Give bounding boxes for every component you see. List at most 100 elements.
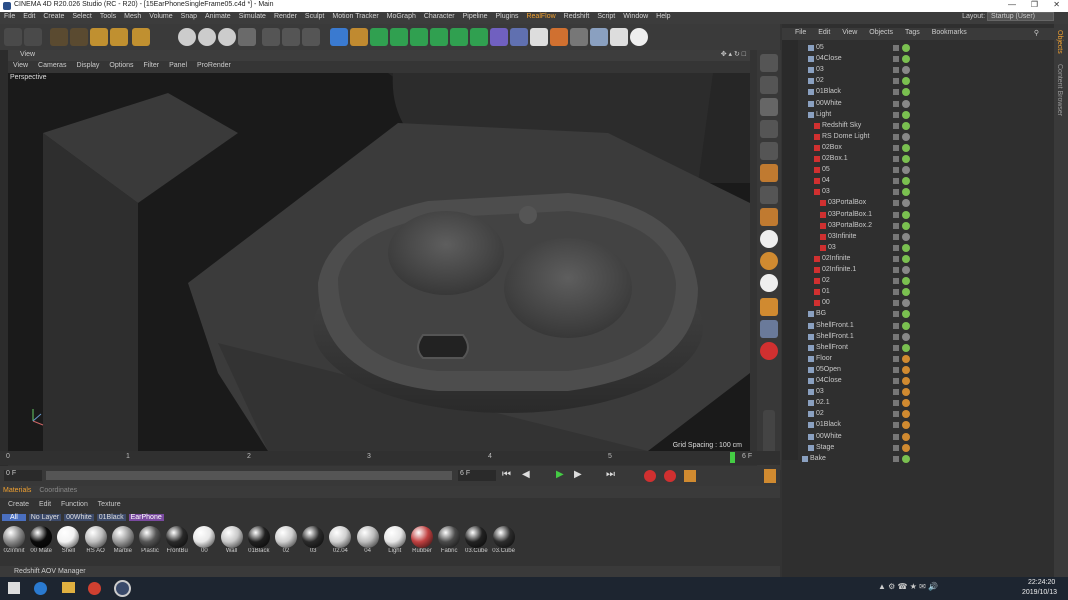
visibility-toggle[interactable] — [893, 366, 899, 373]
material-swatch[interactable]: Light — [382, 526, 408, 554]
select-icon[interactable] — [50, 28, 68, 46]
scale-icon[interactable] — [90, 28, 108, 46]
record-key-icon[interactable] — [644, 470, 656, 482]
tab-materials[interactable]: Materials — [0, 486, 34, 495]
menu-simulate[interactable]: Simulate — [235, 12, 270, 21]
om-menu-objects[interactable]: Objects — [864, 28, 898, 37]
visibility-toggle[interactable] — [893, 167, 899, 174]
snap-icon[interactable] — [550, 28, 568, 46]
render-tag-icon[interactable] — [902, 99, 910, 108]
om-menu-bookmarks[interactable]: Bookmarks — [927, 28, 972, 37]
render-tag-icon[interactable] — [902, 454, 910, 463]
axis-mode-icon[interactable] — [760, 208, 778, 226]
object-name[interactable]: 02Infinite — [822, 255, 850, 262]
viewport-menu-filter[interactable]: Filter — [139, 61, 165, 70]
render-tag-icon[interactable] — [902, 254, 910, 263]
field-icon[interactable] — [450, 28, 468, 46]
material-swatch[interactable]: 02 — [273, 526, 299, 554]
light-bulb-icon[interactable] — [630, 28, 648, 46]
render-tag-icon[interactable] — [902, 288, 910, 297]
object-name[interactable]: 05 — [822, 166, 830, 173]
render-tag-icon[interactable] — [902, 77, 910, 86]
search-icon[interactable]: ⚲ — [1029, 28, 1044, 38]
side-tab-content-browser[interactable]: Content Browser — [1056, 64, 1063, 116]
arrow-down-icon[interactable] — [530, 28, 548, 46]
snap-s3-icon[interactable] — [760, 274, 778, 292]
render-view-icon[interactable] — [262, 28, 280, 46]
object-row[interactable]: 04Close — [800, 376, 1068, 387]
object-row[interactable]: BG — [800, 309, 1068, 320]
workplane-icon[interactable] — [570, 28, 588, 46]
object-row[interactable]: 05Open — [800, 365, 1068, 376]
go-to-start-icon[interactable]: ⏮ — [502, 469, 511, 480]
visibility-toggle[interactable] — [893, 133, 899, 140]
play-icon[interactable]: ▶ — [556, 469, 564, 480]
render-tag-icon[interactable] — [902, 243, 910, 252]
render-tag-icon[interactable] — [902, 365, 910, 374]
render-tag-icon[interactable] — [902, 321, 910, 330]
render-tag-icon[interactable] — [902, 343, 910, 352]
material-menu-function[interactable]: Function — [61, 501, 88, 508]
material-swatch[interactable]: 00 Mate — [28, 526, 54, 554]
filter-earphone[interactable]: EarPhone — [128, 514, 164, 521]
menu-realflow[interactable]: RealFlow — [522, 12, 559, 21]
render-tag-icon[interactable] — [902, 221, 910, 230]
render-tag-icon[interactable] — [902, 410, 910, 419]
object-row[interactable]: 02 — [800, 409, 1068, 420]
material-swatch[interactable]: Wall — [219, 526, 245, 554]
object-name[interactable]: 01Black — [816, 88, 841, 95]
redshift-aov-label[interactable]: Redshift AOV Manager — [14, 568, 86, 575]
visibility-toggle[interactable] — [893, 244, 899, 251]
menu-edit[interactable]: Edit — [19, 12, 39, 21]
material-swatch[interactable]: Rubber — [409, 526, 435, 554]
file-explorer-icon[interactable] — [62, 582, 75, 593]
filter-all[interactable]: All — [2, 514, 26, 521]
material-swatch[interactable]: FrontBu — [164, 526, 190, 554]
tab-coordinates[interactable]: Coordinates — [36, 486, 80, 495]
uv-mode-icon[interactable] — [760, 186, 778, 204]
object-row[interactable]: Stage — [800, 443, 1068, 454]
object-row[interactable]: ShellFront.1 — [800, 321, 1068, 332]
object-name[interactable]: 00White — [816, 433, 842, 440]
object-row[interactable]: 05 — [800, 165, 1068, 176]
object-name[interactable]: ShellFront.1 — [816, 333, 854, 340]
visibility-toggle[interactable] — [893, 222, 899, 229]
model-mode-icon[interactable] — [760, 54, 778, 72]
render-tag-icon[interactable] — [902, 421, 910, 430]
visibility-toggle[interactable] — [893, 67, 899, 74]
object-name[interactable]: 03PortalBox — [828, 199, 866, 206]
object-name[interactable]: 00White — [816, 100, 842, 107]
om-menu-edit[interactable]: Edit — [813, 28, 835, 37]
object-row[interactable]: Bake — [800, 454, 1068, 465]
end-frame-field[interactable]: 6 F — [458, 470, 496, 481]
render-tag-icon[interactable] — [902, 310, 910, 319]
visibility-toggle[interactable] — [893, 267, 899, 273]
menu-mograph[interactable]: MoGraph — [383, 12, 420, 21]
object-row[interactable]: 00White — [800, 99, 1068, 110]
material-swatch[interactable]: 03.Cube — [463, 526, 489, 554]
object-name[interactable]: 03 — [828, 244, 836, 251]
timeline-playhead[interactable] — [730, 452, 735, 463]
visibility-toggle[interactable] — [893, 233, 899, 240]
undo-icon[interactable] — [4, 28, 22, 46]
object-name[interactable]: Floor — [816, 355, 832, 362]
grid-icon[interactable] — [590, 28, 608, 46]
visibility-toggle[interactable] — [893, 45, 899, 51]
menu-help[interactable]: Help — [652, 12, 674, 21]
object-row[interactable]: 01 — [800, 287, 1068, 298]
object-row[interactable]: 00White — [800, 432, 1068, 443]
render-tag-icon[interactable] — [902, 299, 910, 308]
material-swatch[interactable]: Plastic — [137, 526, 163, 554]
clock-time[interactable]: 22:24:20 — [1028, 579, 1055, 586]
visibility-toggle[interactable] — [893, 422, 899, 429]
keyframe-selection-icon[interactable] — [684, 470, 696, 482]
visibility-toggle[interactable] — [893, 289, 899, 296]
visibility-toggle[interactable] — [893, 355, 899, 362]
object-name[interactable]: 00 — [822, 299, 830, 306]
material-menu-edit[interactable]: Edit — [39, 501, 51, 508]
object-name[interactable]: 03Infinite — [828, 233, 856, 240]
camera-icon[interactable] — [610, 28, 628, 46]
redo-icon[interactable] — [24, 28, 42, 46]
object-row[interactable]: 00 — [800, 298, 1068, 309]
measure-icon[interactable] — [490, 28, 508, 46]
